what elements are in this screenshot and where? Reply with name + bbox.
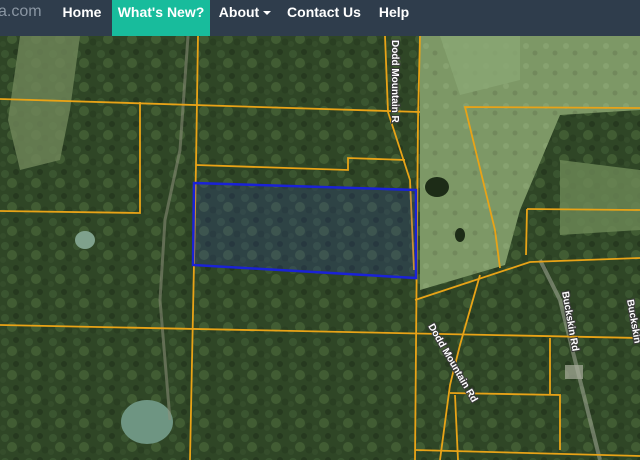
- road-label-dodd-north: Dodd Mountain R: [389, 40, 400, 124]
- site-brand[interactable]: a.com: [0, 0, 42, 36]
- nav-help[interactable]: Help: [368, 0, 420, 36]
- nav-about[interactable]: About: [210, 0, 280, 36]
- clearing-east: [560, 160, 640, 235]
- selected-parcel[interactable]: [191, 181, 418, 280]
- nav-home[interactable]: Home: [52, 0, 112, 36]
- top-navbar: a.com Home What's New? About Contact Us …: [0, 0, 640, 36]
- building: [565, 365, 583, 379]
- nav-about-label: About: [218, 4, 260, 20]
- nav-whats-new[interactable]: What's New?: [112, 0, 210, 36]
- pond-south: [121, 400, 173, 444]
- chevron-down-icon: [263, 11, 272, 16]
- tree-cluster: [425, 177, 449, 197]
- nav-contact-us[interactable]: Contact Us: [280, 0, 368, 36]
- satellite-map[interactable]: Dodd Mountain R Dodd Mountain Rd Buckski…: [0, 0, 640, 460]
- pond-west: [75, 231, 95, 249]
- tree-single: [455, 228, 465, 242]
